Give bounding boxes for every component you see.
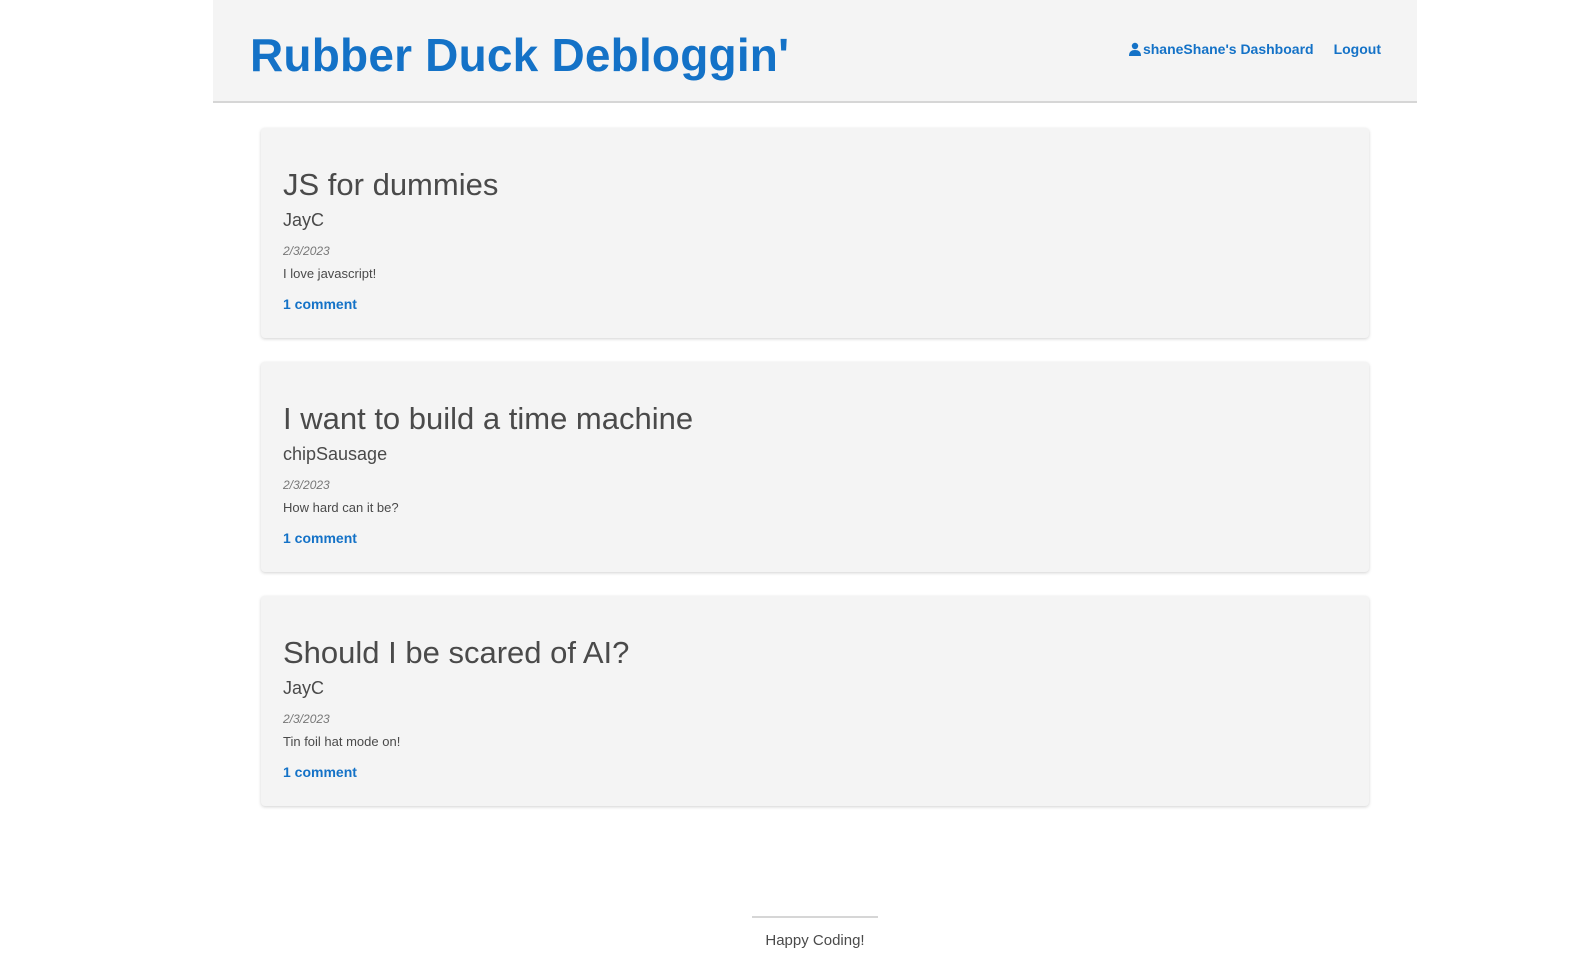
site-title[interactable]: Rubber Duck Debloggin' bbox=[250, 28, 789, 83]
post-title[interactable]: JS for dummies bbox=[283, 166, 498, 203]
post-card: Should I be scared of AI? JayC 2/3/2023 … bbox=[261, 596, 1369, 806]
post-card: I want to build a time machine chipSausa… bbox=[261, 362, 1369, 572]
post-author: JayC bbox=[283, 210, 325, 230]
dashboard-label: shaneShane's Dashboard bbox=[1142, 41, 1314, 57]
post-body: How hard can it be? bbox=[283, 500, 399, 515]
post-card: JS for dummies JayC 2/3/2023 I love java… bbox=[261, 128, 1369, 338]
post-date: 2/3/2023 bbox=[283, 244, 330, 258]
post-comments-link[interactable]: 1 comment bbox=[283, 764, 357, 780]
post-body: I love javascript! bbox=[283, 266, 377, 281]
site-header: Rubber Duck Debloggin' shaneShane's Dash… bbox=[213, 0, 1417, 103]
logout-link[interactable]: Logout bbox=[1334, 41, 1381, 57]
user-icon bbox=[1128, 42, 1141, 56]
post-body: Tin foil hat mode on! bbox=[283, 734, 401, 749]
post-list: JS for dummies JayC 2/3/2023 I love java… bbox=[261, 128, 1369, 830]
footer-text: Happy Coding! bbox=[765, 932, 865, 949]
post-date: 2/3/2023 bbox=[283, 712, 330, 726]
post-author: JayC bbox=[283, 678, 325, 698]
main-nav: shaneShane's Dashboard Logout bbox=[1128, 41, 1381, 57]
post-title[interactable]: I want to build a time machine bbox=[283, 400, 693, 437]
post-date: 2/3/2023 bbox=[283, 478, 330, 492]
dashboard-link[interactable]: shaneShane's Dashboard bbox=[1128, 41, 1314, 57]
post-comments-link[interactable]: 1 comment bbox=[283, 296, 357, 312]
post-author: chipSausage bbox=[283, 444, 388, 464]
site-footer: Happy Coding! bbox=[752, 916, 878, 949]
post-title[interactable]: Should I be scared of AI? bbox=[283, 634, 629, 671]
post-comments-link[interactable]: 1 comment bbox=[283, 530, 357, 546]
